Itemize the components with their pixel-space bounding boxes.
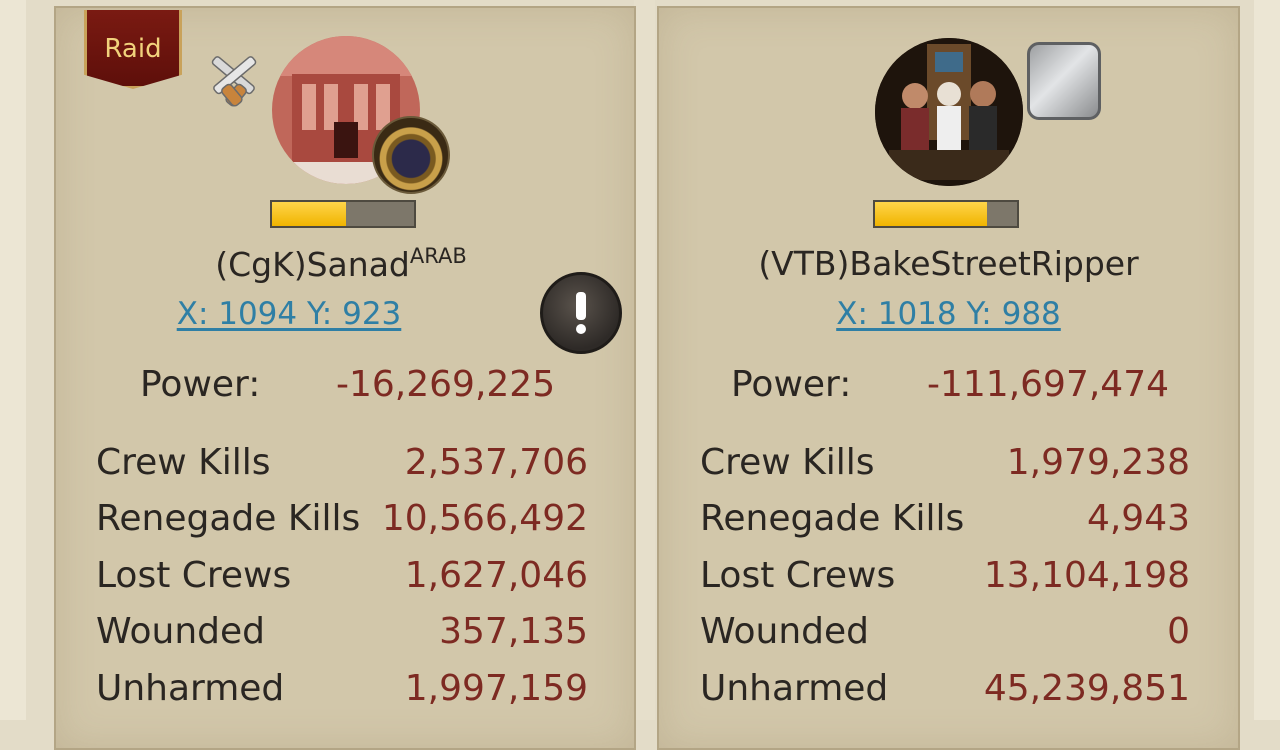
stat-row: Unharmed 1,997,159	[96, 660, 588, 717]
stat-label: Unharmed	[700, 667, 889, 709]
stat-value: 1,997,159	[404, 667, 588, 709]
stat-value: 357,135	[439, 611, 588, 653]
stat-value: 4,943	[1086, 498, 1190, 540]
attacker-coords-link[interactable]: X: 1094 Y: 923	[0, 296, 578, 332]
stat-row: Wounded 357,135	[96, 604, 588, 661]
attacker-name-text: (CgK)Sanad	[215, 245, 410, 284]
gray-frame-icon	[1027, 42, 1101, 120]
stat-label: Unharmed	[96, 667, 285, 709]
alert-button[interactable]	[540, 272, 622, 354]
defender-name: (VTB)BakeStreetRipper	[758, 244, 1139, 283]
defender-stats: Crew Kills 1,979,238 Renegade Kills 4,94…	[700, 434, 1190, 717]
defender-health-fill	[875, 202, 988, 226]
panel-divider	[634, 0, 655, 720]
stat-row: Crew Kills 1,979,238	[700, 434, 1190, 491]
defender-avatar[interactable]	[875, 38, 1023, 186]
stat-value: 1,979,238	[1006, 441, 1190, 483]
attacker-name-suffix: ARAB	[409, 244, 467, 268]
stat-row: Lost Crews 13,104,198	[700, 547, 1190, 604]
stat-label: Wounded	[700, 611, 869, 653]
stat-label: Lost Crews	[96, 554, 292, 596]
stat-value: 2,537,706	[404, 441, 588, 483]
attacker-health-fill	[272, 202, 346, 226]
stat-value: 13,104,198	[983, 554, 1190, 596]
stat-label: Lost Crews	[700, 554, 896, 596]
attacker-stats: Crew Kills 2,537,706 Renegade Kills 10,5…	[96, 434, 588, 717]
attacker-power-label: Power:	[140, 364, 261, 405]
crossed-pistols-icon	[211, 56, 257, 107]
stat-value: 0	[1167, 611, 1190, 653]
stat-row: Renegade Kills 4,943	[700, 491, 1190, 548]
attacker-health-bar	[270, 200, 416, 228]
stat-row: Wounded 0	[700, 604, 1190, 661]
stat-value: 45,239,851	[983, 667, 1190, 709]
alert-icon	[576, 292, 586, 334]
defender-power-label: Power:	[731, 364, 852, 405]
raid-badge: Raid	[84, 10, 182, 89]
defender-coords-link[interactable]: X: 1018 Y: 988	[659, 296, 1238, 332]
frame-edge-left	[0, 0, 26, 720]
defender-power-value: -111,697,474	[927, 364, 1170, 405]
stat-row: Lost Crews 1,627,046	[96, 547, 588, 604]
stat-value: 10,566,492	[381, 498, 588, 540]
stat-row: Renegade Kills 10,566,492	[96, 491, 588, 548]
stat-row: Crew Kills 2,537,706	[96, 434, 588, 491]
stat-row: Unharmed 45,239,851	[700, 660, 1190, 717]
attacker-power-value: -16,269,225	[336, 364, 556, 405]
frame-edge-right	[1254, 0, 1280, 720]
stat-value: 1,627,046	[404, 554, 588, 596]
attacker-panel: Raid (CgK)SanadARAB X: 1094 Y: 923 Power…	[54, 6, 636, 750]
stat-label: Renegade Kills	[700, 498, 965, 540]
alliance-emblem-icon	[372, 116, 450, 194]
stat-label: Renegade Kills	[96, 498, 361, 540]
stat-label: Wounded	[96, 611, 265, 653]
raid-badge-label: Raid	[104, 34, 162, 64]
stat-label: Crew Kills	[96, 441, 271, 483]
defender-panel: (VTB)BakeStreetRipper X: 1018 Y: 988 Pow…	[657, 6, 1240, 750]
stat-label: Crew Kills	[700, 441, 875, 483]
attacker-name: (CgK)SanadARAB	[52, 244, 630, 284]
defender-health-bar	[873, 200, 1019, 228]
